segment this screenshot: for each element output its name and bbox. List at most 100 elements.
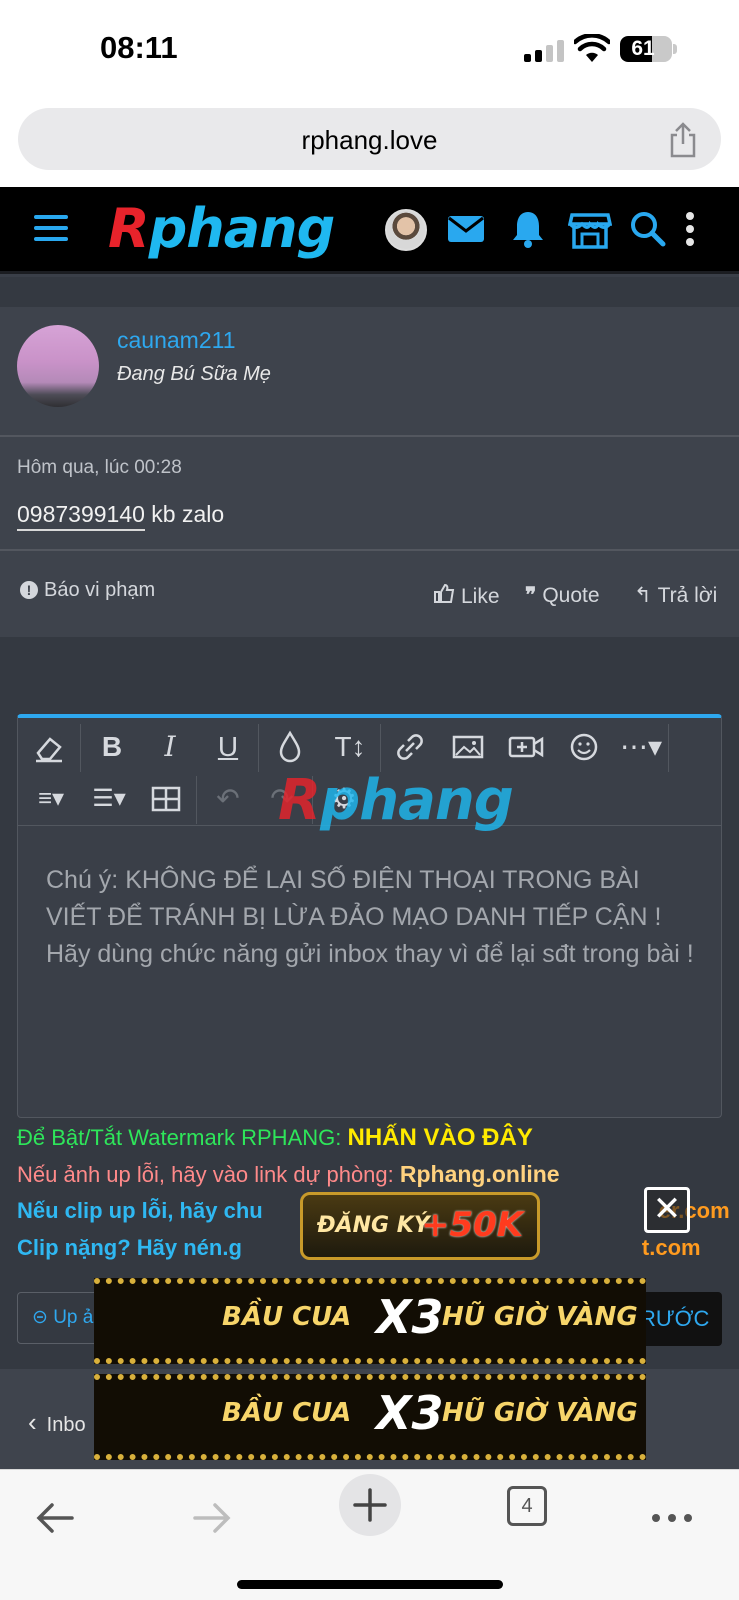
ad-banner-right-text: HŨ GIỜ VÀNG <box>442 1302 638 1332</box>
wifi-icon <box>574 34 610 62</box>
link-icon[interactable] <box>388 725 432 769</box>
register-ad-amount: +50K <box>421 1205 524 1245</box>
home-indicator <box>237 1580 503 1589</box>
reply-area: B I U T↕ ⋯▾ ≡▾ ☰▾ ↶ ↷ ⚙ Rphang Chú ý: KH… <box>0 699 739 1369</box>
more-horizontal-icon[interactable] <box>646 1492 698 1544</box>
menu-icon[interactable] <box>34 215 68 241</box>
notice-text: Nếu ảnh up lỗi, hãy vào link dự phòng: <box>17 1162 400 1187</box>
battery-level: 61 <box>631 37 655 60</box>
url-text: rphang.love <box>301 125 438 155</box>
browser-toolbar: 4 <box>0 1469 739 1600</box>
alert-icon: ! <box>20 581 38 599</box>
editor-toolbar: B I U T↕ ⋯▾ ≡▾ ☰▾ ↶ ↷ ⚙ Rphang <box>18 718 721 833</box>
status-time: 08:11 <box>100 30 178 65</box>
thumbs-up-icon <box>434 583 455 603</box>
toolbar-divider <box>668 724 669 772</box>
register-ad[interactable]: ĐĂNG KÝ +50K <box>300 1192 540 1260</box>
ad-banner-left-text: BẦU CUA <box>222 1398 352 1428</box>
logo-letter-r: R <box>108 197 150 260</box>
register-ad-text: ĐĂNG KÝ <box>317 1213 430 1238</box>
user-title: Đang Bú Sữa Mẹ <box>117 363 271 385</box>
like-button[interactable]: Like <box>433 583 500 609</box>
logo-rest: phang <box>148 197 336 260</box>
mail-icon[interactable] <box>444 207 488 251</box>
bold-icon[interactable]: B <box>90 725 134 769</box>
user-avatar[interactable] <box>17 325 99 407</box>
reply-editor: B I U T↕ ⋯▾ ≡▾ ☰▾ ↶ ↷ ⚙ Rphang Chú ý: KH… <box>17 714 722 1118</box>
reply-button[interactable]: ↰ Trả lời <box>634 583 717 608</box>
post-actions: ! Báo vi phạm Like ❞ Quote ↰ Trả lời <box>0 549 739 637</box>
logo-rest: phang <box>320 768 514 833</box>
search-icon[interactable] <box>626 207 670 251</box>
toolbar-divider <box>380 724 381 772</box>
text-size-icon[interactable]: T↕ <box>324 725 376 769</box>
like-label: Like <box>461 585 500 608</box>
italic-icon[interactable]: I <box>148 725 192 769</box>
media-icon[interactable] <box>504 725 548 769</box>
ad-banner[interactable]: BẦU CUA X3 HŨ GIỜ VÀNG <box>94 1278 646 1364</box>
ad-banner-mid-text: X3 <box>376 1290 444 1344</box>
image-icon[interactable] <box>446 725 490 769</box>
rphang-watermark: Rphang <box>278 768 514 833</box>
more-vertical-icon[interactable] <box>680 207 700 251</box>
phone-link[interactable]: 0987399140 <box>17 501 145 531</box>
ad-banner-right-text: HŨ GIỜ VÀNG <box>442 1398 638 1428</box>
table-icon[interactable] <box>144 777 188 821</box>
site-logo[interactable]: Rphang <box>108 197 336 260</box>
post-user-header: caunam211 Đang Bú Sữa Mẹ <box>0 307 739 437</box>
chevron-left-icon: ‹ <box>28 1407 37 1437</box>
compress-site-link[interactable]: t.com <box>642 1235 701 1260</box>
editor-placeholder[interactable]: Chú ý: KHÔNG ĐỂ LẠI SỐ ĐIỆN THOẠI TRONG … <box>46 862 696 973</box>
inbox-link[interactable]: ‹ Inbo <box>28 1407 86 1438</box>
align-icon[interactable]: ≡▾ <box>26 777 76 821</box>
post-username[interactable]: caunam211 <box>117 327 236 354</box>
notice-text: Để Bật/Tắt Watermark RPHANG: <box>17 1125 348 1150</box>
logo-letter-r: R <box>278 768 321 833</box>
battery-icon: 61 <box>620 36 672 62</box>
ad-banner-left-text: BẦU CUA <box>222 1302 352 1332</box>
new-tab-button[interactable] <box>339 1474 401 1536</box>
post-timestamp[interactable]: Hôm qua, lúc 00:28 <box>17 457 182 479</box>
status-bar: 08:11 61 <box>0 0 739 100</box>
quote-button[interactable]: ❞ Quote <box>525 583 600 608</box>
toolbar-divider <box>80 724 81 772</box>
backup-site-link[interactable]: Rphang.online <box>400 1161 560 1187</box>
tabs-button[interactable]: 4 <box>507 1486 547 1526</box>
attachment-icon: ⊝ <box>32 1307 54 1328</box>
cellular-signal-icon <box>524 40 566 62</box>
battery-tip <box>673 44 677 54</box>
smiley-icon[interactable] <box>562 725 606 769</box>
ad-banner-mid-text: X3 <box>376 1386 444 1440</box>
inbox-label: Inbo <box>46 1414 86 1436</box>
store-icon[interactable] <box>568 207 612 251</box>
report-label: Báo vi phạm <box>44 579 156 601</box>
toolbar-divider <box>196 776 197 824</box>
more-options-icon[interactable]: ⋯▾ <box>616 725 666 769</box>
report-button[interactable]: ! Báo vi phạm <box>20 579 155 602</box>
post-body: 0987399140 kb zalo <box>17 501 224 531</box>
underline-icon[interactable]: U <box>206 725 250 769</box>
reply-label: Trả lời <box>657 584 718 607</box>
bell-icon[interactable] <box>506 207 550 251</box>
ad-banner[interactable]: BẦU CUA X3 HŨ GIỜ VÀNG <box>94 1374 646 1460</box>
address-bar[interactable]: rphang.love <box>18 108 721 170</box>
undo-icon[interactable]: ↶ <box>206 777 250 821</box>
share-icon[interactable] <box>667 122 699 158</box>
reply-icon: ↰ <box>634 584 652 607</box>
list-icon[interactable]: ☰▾ <box>84 777 134 821</box>
quote-label: Quote <box>542 584 600 607</box>
toolbar-divider <box>258 724 259 772</box>
quote-icon: ❞ <box>525 584 537 607</box>
forward-arrow-icon[interactable] <box>185 1492 237 1544</box>
site-header: Rphang <box>0 187 739 274</box>
clear-format-icon[interactable] <box>28 725 72 769</box>
notice-text: Nếu clip up lỗi, hãy chu <box>17 1198 263 1223</box>
notice-text: Clip nặng? Hãy nén.g <box>17 1235 242 1260</box>
close-ad-icon[interactable]: ✕ <box>644 1187 690 1233</box>
backup-link-notice: Nếu ảnh up lỗi, hãy vào link dự phòng: R… <box>17 1161 560 1188</box>
account-avatar[interactable] <box>385 209 427 251</box>
text-color-icon[interactable] <box>268 725 312 769</box>
watermark-toggle-notice: Để Bật/Tắt Watermark RPHANG: NHẤN VÀO ĐÂ… <box>17 1124 533 1152</box>
watermark-toggle-link[interactable]: NHẤN VÀO ĐÂY <box>347 1124 532 1151</box>
back-arrow-icon[interactable] <box>30 1492 82 1544</box>
